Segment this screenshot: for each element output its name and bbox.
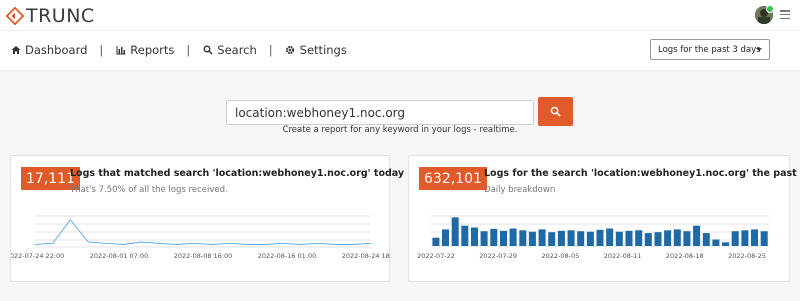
nav-item-settings[interactable]: Settings (285, 43, 347, 57)
bar (586, 231, 594, 246)
bar (461, 225, 469, 246)
bar (442, 229, 449, 246)
home-icon (10, 45, 21, 56)
nav-label-dashboard: Dashboard (25, 43, 88, 57)
brand-name: TRUNC (26, 5, 95, 27)
bar (625, 230, 633, 246)
bar (538, 229, 546, 246)
bar-chart-icon (115, 45, 126, 56)
nav-item-dashboard[interactable]: Dashboard (10, 43, 87, 57)
bar (702, 233, 710, 246)
bar (567, 230, 575, 246)
hamburger-menu-icon[interactable] (780, 10, 790, 19)
nav-separator: | (186, 43, 191, 57)
gear-icon (285, 45, 296, 56)
search-input[interactable] (226, 100, 534, 125)
bar (644, 233, 652, 246)
x-tick-label: 2022-07-22 (417, 252, 455, 260)
x-tick-label: 2022-08-11 (604, 252, 642, 260)
bar (557, 230, 565, 246)
nav-separator: | (99, 43, 104, 57)
online-status-dot (766, 5, 774, 13)
daily-breakdown-card: 632,101 Logs for the search 'location:we… (408, 155, 800, 282)
bar (606, 228, 614, 246)
bar (673, 229, 681, 246)
bar (471, 227, 478, 246)
today-line-chart: 2022-07-24 22:00 2022-08-01 07:00 2022-08-… (11, 215, 391, 260)
bar (741, 230, 749, 246)
x-tick-label: 2022-08-24 18:00 (342, 252, 391, 260)
brand-logo[interactable]: TRUNC (6, 5, 95, 27)
bar (751, 229, 758, 246)
bar (664, 230, 672, 246)
search-button[interactable] (538, 97, 573, 126)
bar (451, 217, 459, 246)
bar (683, 231, 691, 246)
today-matches-card: 17,111 Logs that matched search 'locatio… (10, 155, 404, 282)
search-hint: Create a report for any keyword in your … (282, 125, 518, 135)
search-icon (550, 106, 561, 117)
bar (528, 231, 536, 246)
bar (635, 230, 643, 246)
bar (654, 232, 662, 246)
x-tick-label: 2022-08-25 (728, 252, 766, 260)
time-range-select[interactable]: Logs for the past 3 days (650, 39, 770, 60)
caret-down-icon (756, 48, 762, 51)
bar (596, 229, 604, 246)
bar (760, 231, 768, 246)
bar (712, 239, 720, 246)
nav-label-search: Search (217, 43, 257, 57)
bar (500, 230, 507, 246)
x-tick-label: 2022-07-29 (479, 252, 517, 260)
bar (480, 231, 488, 246)
x-tick-label: 2022-08-05 (542, 252, 580, 260)
x-tick-label: 2022-08-08 16:00 (174, 252, 233, 260)
time-range-value: Logs for the past 3 days (658, 44, 761, 55)
bar (577, 231, 585, 246)
bar (490, 228, 498, 246)
bar (731, 231, 739, 246)
bar (509, 228, 517, 246)
x-tick-label: 2022-07-24 22:00 (11, 252, 64, 260)
bar (722, 242, 730, 246)
bar (615, 231, 623, 246)
x-tick-label: 2022-08-18 (666, 252, 704, 260)
nav-item-reports[interactable]: Reports (115, 43, 174, 57)
bar (519, 230, 527, 246)
main-nav: Dashboard | Reports | Search | Settings (10, 43, 347, 57)
nav-label-reports: Reports (130, 43, 175, 57)
x-tick-label: 2022-08-16 01:00 (258, 252, 317, 260)
nav-label-settings: Settings (299, 43, 347, 57)
bar (548, 232, 556, 246)
daily-bar-chart: 2022-07-22 2022-07-29 2022-08-05 2022-08-11… (417, 215, 769, 260)
nav-separator: | (268, 43, 273, 57)
search-icon (202, 45, 213, 56)
bar (432, 237, 440, 246)
nav-item-search[interactable]: Search (202, 43, 257, 57)
bar (693, 225, 701, 246)
x-tick-label: 2022-08-01 07:00 (90, 252, 149, 260)
top-bar: TRUNC (0, 0, 800, 31)
trunc-logo-icon (6, 7, 24, 25)
